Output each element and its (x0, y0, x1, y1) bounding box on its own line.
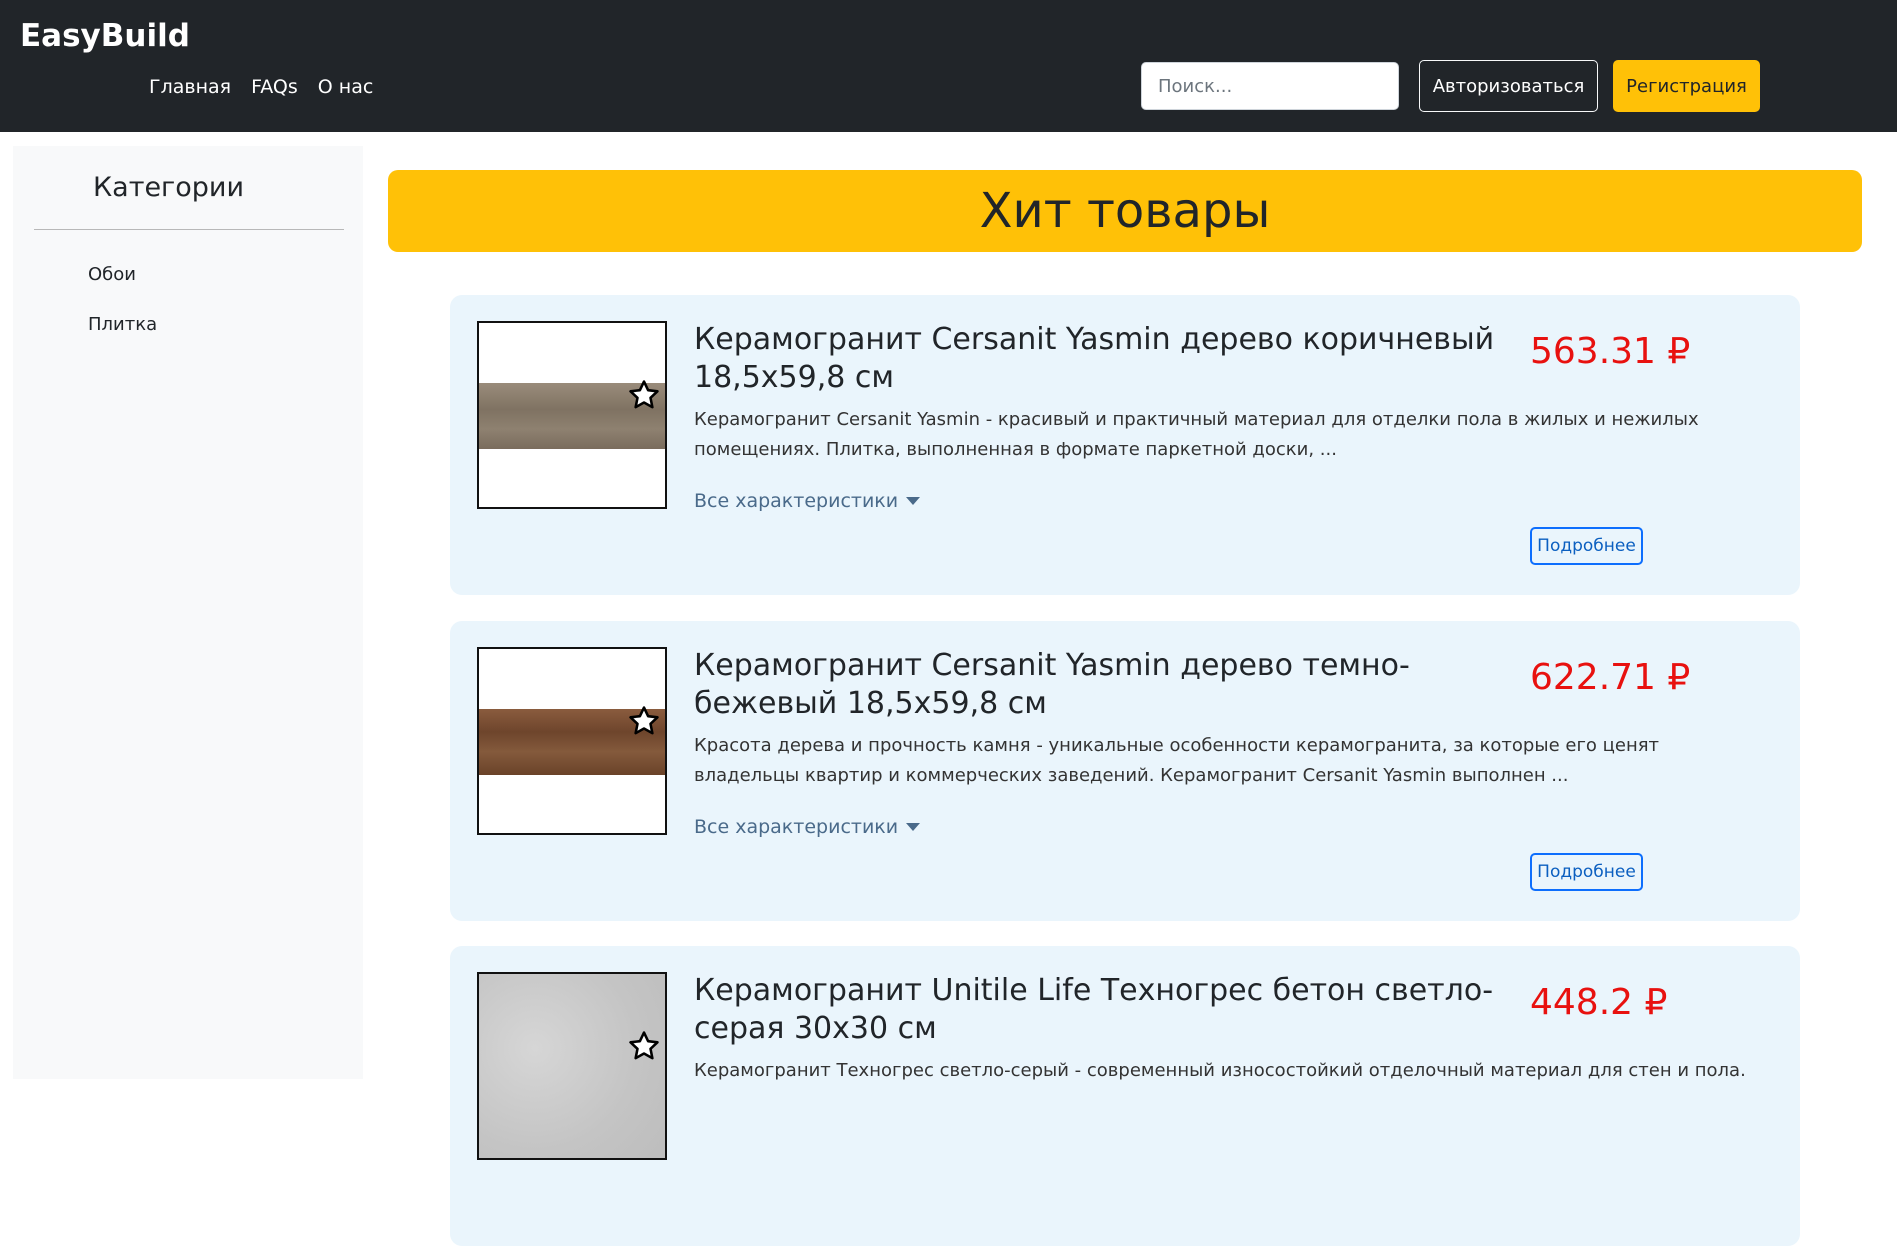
product-card: Керамогранит Cersanit Yasmin дерево темн… (450, 621, 1800, 921)
brand-logo[interactable]: EasyBuild (20, 18, 190, 54)
nav-home-link[interactable]: Главная (149, 76, 231, 98)
categories-sidebar: Категории Обои Плитка (13, 146, 363, 1079)
product-price: 448.2 ₽ (1530, 982, 1668, 1023)
details-button[interactable]: Подробнее (1530, 853, 1643, 891)
product-description: Керамогранит Техногрес светло-серый - со… (694, 1060, 1746, 1081)
caret-down-icon (906, 823, 921, 831)
product-image[interactable] (477, 972, 667, 1160)
sidebar-divider (34, 229, 344, 230)
sidebar-title: Категории (93, 172, 244, 203)
product-image[interactable] (477, 321, 667, 509)
all-specs-label: Все характеристики (694, 816, 899, 838)
all-specs-toggle[interactable]: Все характеристики (694, 490, 921, 512)
sidebar-item-tiles[interactable]: Плитка (88, 314, 157, 335)
product-price: 563.31 ₽ (1530, 331, 1691, 372)
product-description: Керамогранит Cersanit Yasmin - красивый … (694, 409, 1699, 460)
sidebar-item-wallpaper[interactable]: Обои (88, 264, 136, 285)
product-title[interactable]: Керамогранит Unitile Life Техногрес бето… (694, 972, 1504, 1048)
search-input[interactable] (1141, 62, 1399, 110)
all-specs-label: Все характеристики (694, 490, 899, 512)
product-description: Красота дерева и прочность камня - уника… (694, 735, 1660, 786)
nav-faqs-link[interactable]: FAQs (251, 76, 298, 98)
all-specs-toggle[interactable]: Все характеристики (694, 816, 921, 838)
caret-down-icon (906, 497, 921, 505)
hit-products-banner: Хит товары (388, 170, 1862, 252)
product-card: Керамогранит Cersanit Yasmin дерево кори… (450, 295, 1800, 595)
star-icon[interactable] (627, 378, 661, 412)
page-title: Хит товары (979, 183, 1271, 239)
product-price: 622.71 ₽ (1530, 657, 1691, 698)
product-title[interactable]: Керамогранит Cersanit Yasmin дерево кори… (694, 321, 1504, 397)
login-button[interactable]: Авторизоваться (1419, 60, 1598, 112)
details-button[interactable]: Подробнее (1530, 527, 1643, 565)
product-title[interactable]: Керамогранит Cersanit Yasmin дерево темн… (694, 647, 1504, 723)
star-icon[interactable] (627, 704, 661, 738)
product-image[interactable] (477, 647, 667, 835)
product-image-swatch (479, 974, 665, 1158)
star-icon[interactable] (627, 1029, 661, 1063)
main-nav: Главная FAQs О нас (149, 76, 373, 98)
register-button[interactable]: Регистрация (1613, 60, 1760, 112)
product-card: Керамогранит Unitile Life Техногрес бето… (450, 946, 1800, 1246)
nav-about-link[interactable]: О нас (318, 76, 374, 98)
top-navbar: EasyBuild Главная FAQs О нас Авторизоват… (0, 0, 1897, 132)
